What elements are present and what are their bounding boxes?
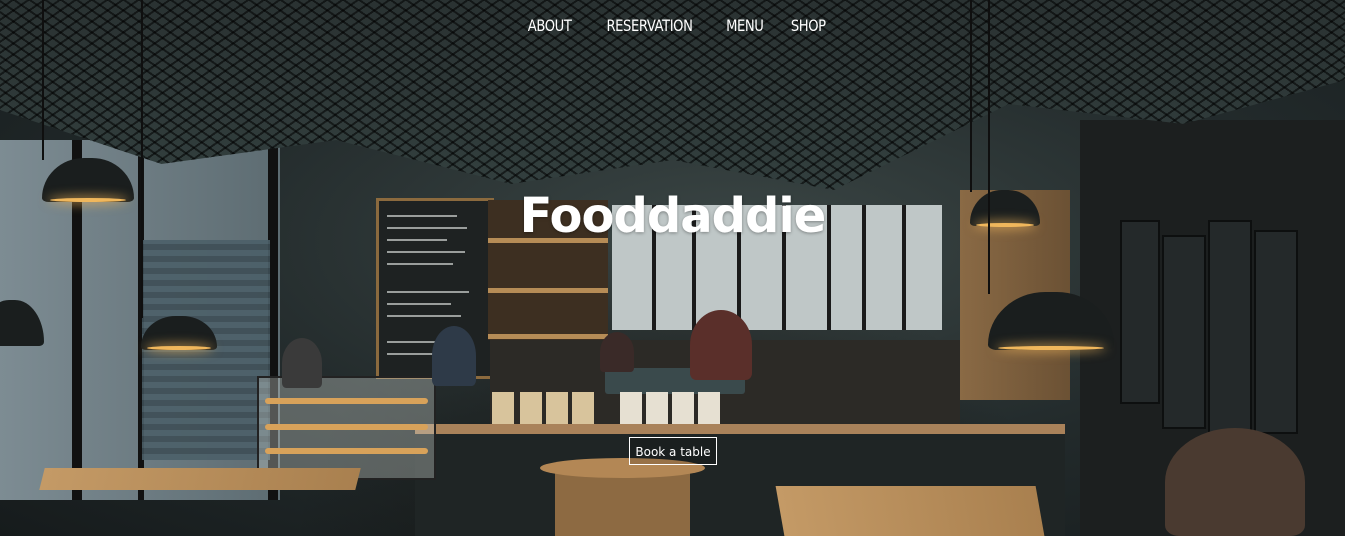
person: [432, 326, 476, 386]
coffee-bag: [698, 392, 720, 426]
nav-link-shop[interactable]: SHOP: [791, 16, 826, 35]
nav-link-about[interactable]: ABOUT: [528, 16, 572, 35]
wood-table: [39, 468, 361, 490]
coffee-bag: [546, 392, 568, 426]
coffee-bag: [620, 392, 642, 426]
nav-link-menu[interactable]: MENU: [726, 16, 764, 35]
wood-table: [775, 486, 1045, 536]
coffee-bag: [646, 392, 668, 426]
person: [282, 338, 322, 388]
pastry-case: [257, 376, 436, 480]
person: [1165, 428, 1305, 536]
coffee-bag: [492, 392, 514, 426]
main-nav: ABOUT RESERVATION MENU SHOP: [0, 16, 1345, 35]
book-table-button[interactable]: Book a table: [629, 437, 717, 465]
nav-link-reservation[interactable]: RESERVATION: [606, 16, 692, 35]
person: [600, 332, 634, 372]
brand-title: Fooddaddie: [519, 188, 827, 244]
counter-top: [415, 424, 1065, 434]
coffee-bag: [520, 392, 542, 426]
coffee-bag: [672, 392, 694, 426]
person: [690, 310, 752, 380]
glass-block-wall: [142, 240, 270, 460]
hero-section: ABOUT RESERVATION MENU SHOP Fooddaddie B…: [0, 0, 1345, 536]
coffee-bag: [572, 392, 594, 426]
